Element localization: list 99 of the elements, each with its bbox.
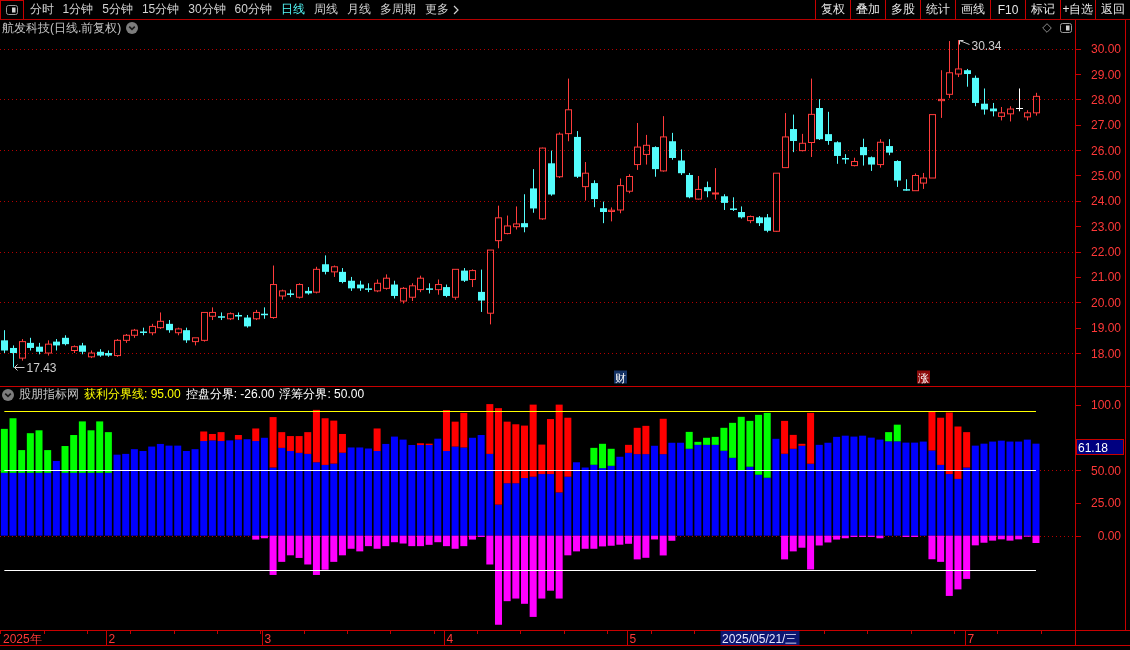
arrow-icon — [14, 364, 25, 371]
candle — [929, 114, 936, 179]
period-tab[interactable]: 日线 — [276, 0, 310, 19]
axis-label: 21.00 — [1090, 270, 1121, 285]
candle — [955, 39, 962, 78]
chevron-down-icon[interactable] — [126, 22, 139, 34]
axis-label: 30.00 — [1090, 42, 1121, 57]
candle — [669, 132, 676, 161]
candle — [530, 168, 537, 214]
legend-label: 获利分界线: 95.00 — [84, 386, 181, 403]
axis-label: 28.00 — [1090, 92, 1121, 107]
candle — [62, 334, 69, 346]
axis-label: 3 — [264, 631, 272, 645]
toolbar-button[interactable]: +自选 — [1060, 0, 1095, 19]
axis-label: 26.00 — [1090, 143, 1121, 158]
candle — [270, 265, 277, 320]
candle — [504, 215, 511, 235]
more-button[interactable]: 更多 — [420, 0, 464, 19]
chevron-right-icon — [452, 4, 459, 15]
candle — [643, 134, 650, 166]
legend-label: 浮筹分界: 50.00 — [279, 386, 365, 403]
candle — [773, 172, 780, 233]
legend-label: 控盘分界: -26.00 — [185, 386, 275, 403]
candle — [1033, 92, 1040, 117]
period-tab[interactable]: 30分钟 — [183, 0, 231, 19]
candle — [721, 193, 728, 211]
candle — [452, 268, 459, 301]
period-tab[interactable]: 周线 — [309, 0, 343, 19]
axis-label: 25.00 — [1090, 169, 1121, 183]
candle — [244, 314, 251, 329]
axis-label: 25.00 — [1090, 496, 1121, 511]
axis-label: 100.0 — [1090, 398, 1121, 413]
period-tab[interactable]: 月线 — [342, 0, 376, 19]
candle — [851, 157, 858, 167]
axis-label: 29.00 — [1090, 67, 1121, 82]
axis-label: 22.00 — [1090, 245, 1121, 260]
price-label: 30.34 — [971, 38, 1002, 53]
candle — [374, 278, 381, 293]
axis-label: 20.00 — [1090, 295, 1121, 310]
panel-icon[interactable] — [1060, 23, 1072, 33]
axis-label: 5 — [629, 631, 637, 645]
value-label: 61.18 — [1076, 439, 1124, 455]
price-label: 17.43 — [26, 361, 57, 375]
candle — [565, 78, 572, 142]
candle — [799, 133, 806, 152]
candle — [348, 276, 355, 292]
candle — [894, 159, 901, 188]
period-tab[interactable]: 1分钟 — [58, 0, 98, 19]
candle — [903, 178, 910, 192]
panel-toggle-button[interactable] — [0, 0, 24, 19]
candle — [88, 350, 95, 359]
candle — [478, 269, 485, 313]
candle — [322, 254, 329, 275]
axis-label: 23.00 — [1090, 219, 1121, 234]
candle — [218, 311, 225, 321]
candle — [825, 111, 832, 146]
candle — [114, 338, 121, 358]
axis-label: 0.00 — [1097, 529, 1121, 544]
candle — [166, 319, 173, 334]
candle — [400, 286, 407, 305]
event-tag: 财 — [614, 370, 627, 384]
axis-label: 2 — [108, 631, 116, 645]
candle — [192, 337, 199, 346]
candle — [140, 327, 147, 336]
period-tab[interactable]: 15分钟 — [137, 0, 184, 19]
indicator-title: 股朋指标网 — [19, 386, 79, 403]
candle — [981, 88, 988, 116]
panel-icon — [6, 5, 18, 15]
period-tab[interactable]: 5分钟 — [97, 0, 138, 19]
axis-title: 2025年 — [3, 631, 42, 645]
period-tab[interactable]: 多周期 — [375, 0, 421, 19]
candle — [296, 282, 303, 299]
cursor-date-label: 2025/05/21/三 — [720, 631, 800, 645]
axis-label: 50.00 — [1090, 463, 1121, 478]
event-tag: 涨 — [917, 370, 930, 384]
axis-label: 18.00 — [1090, 346, 1121, 361]
candle — [426, 282, 433, 294]
period-tab[interactable]: 60分钟 — [230, 0, 277, 19]
candle — [695, 175, 702, 201]
candle — [634, 122, 641, 171]
candle — [886, 138, 893, 156]
candle — [1, 329, 8, 354]
candle — [36, 342, 43, 355]
candle — [877, 138, 884, 169]
candle — [617, 178, 624, 214]
chart-title: 航发科技(日线.前复权) — [2, 19, 122, 37]
candle — [626, 173, 633, 194]
axis-label: 27.00 — [1090, 118, 1121, 133]
candle — [591, 179, 598, 208]
axis-label: 4 — [446, 631, 454, 645]
chevron-down-icon[interactable] — [2, 388, 14, 401]
axis-label: 19.00 — [1090, 321, 1121, 336]
axis-label: 7 — [967, 631, 975, 645]
candle — [747, 215, 754, 224]
axis-label: 24.00 — [1090, 194, 1121, 209]
diamond-icon[interactable] — [1042, 23, 1052, 33]
candle — [10, 344, 17, 368]
period-tab[interactable]: 分时 — [25, 0, 58, 19]
arrow-icon — [959, 40, 970, 45]
